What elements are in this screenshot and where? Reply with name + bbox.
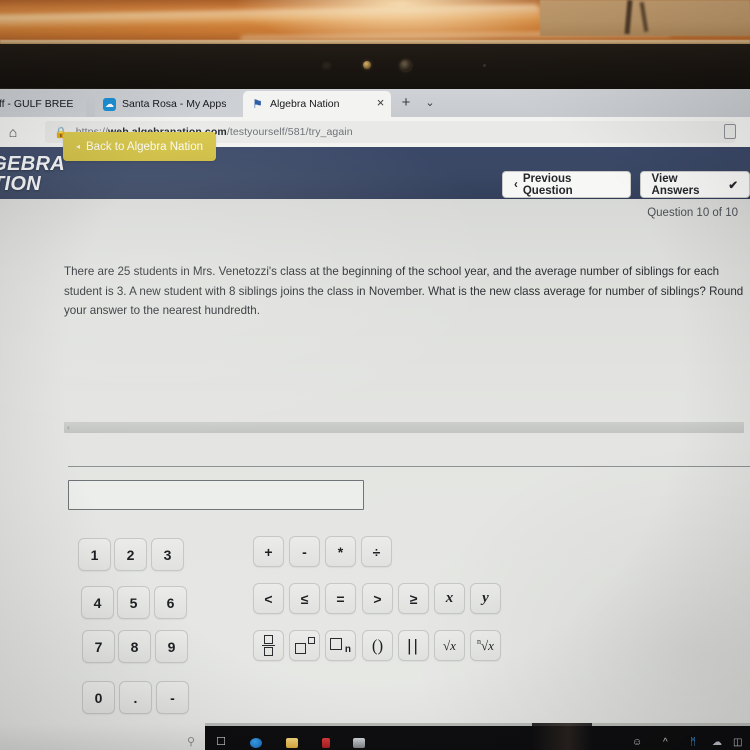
keypad-key-decimal[interactable]: . — [119, 681, 152, 714]
keypad-key-subscript[interactable]: n — [325, 630, 356, 661]
question-nav-buttons: ‹ Previous Question View Answers ✔ — [502, 171, 750, 198]
keypad-key-square-root[interactable]: √x — [434, 630, 465, 661]
keypad-key-variable-y[interactable]: y — [470, 583, 501, 614]
show-hidden-icons-chevron[interactable]: ^ — [663, 736, 668, 749]
absolute-value-icon: || — [407, 635, 420, 655]
taskbar-glare — [532, 723, 592, 750]
square-root-icon: √x — [443, 637, 456, 653]
parentheses-icon: () — [371, 635, 384, 655]
logo-line-1: ALGEBRA — [0, 153, 65, 175]
logo-line-2: NATION — [0, 173, 41, 195]
algebra-nation-logo[interactable]: ALGEBRA NATION — [0, 154, 65, 194]
task-view-icon[interactable]: ☐ — [213, 736, 229, 749]
file-explorer-icon[interactable] — [286, 738, 298, 748]
weather-cloud-icon[interactable]: ☁ — [712, 736, 722, 749]
search-icon[interactable]: ⚲ — [183, 736, 199, 749]
keypad-key-3[interactable]: 3 — [151, 538, 184, 571]
keypad-key-greater-than[interactable]: > — [362, 583, 393, 614]
chevron-down-icon[interactable]: ⌄ — [422, 96, 438, 110]
cloud-icon: ☁ — [103, 97, 116, 111]
back-button-label: Back to Algebra Nation — [86, 140, 203, 153]
view-answers-button[interactable]: View Answers ✔ — [639, 171, 750, 198]
keypad-key-8[interactable]: 8 — [118, 630, 151, 663]
browser-tab-label: Algebra Nation — [270, 98, 340, 110]
subscript-icon: n — [330, 637, 351, 655]
chevron-left-icon: ‹ — [514, 178, 518, 191]
close-tab-icon[interactable]: × — [373, 96, 388, 111]
ceiling-light-photo-region — [0, 0, 750, 44]
keypad-key-equals[interactable]: = — [325, 583, 356, 614]
keypad-key-fraction[interactable] — [253, 630, 284, 661]
keypad-key-less-or-equal[interactable]: ≤ — [289, 583, 320, 614]
desktop-left-strip — [0, 723, 205, 750]
keypad-key-variable-x[interactable]: x — [434, 583, 465, 614]
bezel-smudge — [322, 62, 331, 69]
keypad-key-minus[interactable]: - — [289, 536, 320, 567]
keypad-key-nth-root[interactable]: n√x — [470, 630, 501, 661]
battery-icon[interactable]: ◫ — [733, 736, 742, 749]
previous-question-button[interactable]: ‹ Previous Question — [502, 171, 631, 198]
keypad-key-absolute-value[interactable]: || — [398, 630, 429, 661]
webcam-led-icon — [363, 61, 371, 69]
keypad-key-greater-or-equal[interactable]: ≥ — [398, 583, 429, 614]
back-to-algebra-nation-button[interactable]: ◂ Back to Algebra Nation — [63, 132, 216, 161]
chevron-left-icon: ‹ — [67, 423, 70, 432]
keypad-key-negative[interactable]: - — [156, 681, 189, 714]
keypad-key-less-than[interactable]: < — [253, 583, 284, 614]
laptop-bezel — [0, 44, 750, 133]
people-icon[interactable]: ☺ — [632, 736, 642, 749]
keypad-key-divide[interactable]: ÷ — [361, 536, 392, 567]
keypad-key-exponent[interactable] — [289, 630, 320, 661]
keypad-key-multiply[interactable]: * — [325, 536, 356, 567]
browser-tab-staff[interactable]: ts/Staff - GULF BREE — [0, 91, 86, 117]
microphone-pinhole-icon — [483, 64, 486, 67]
question-counter: Question 10 of 10 — [647, 207, 738, 219]
red-app-icon[interactable] — [322, 738, 330, 748]
keypad-key-1[interactable]: 1 — [78, 538, 111, 571]
keypad-key-7[interactable]: 7 — [82, 630, 115, 663]
keypad-key-4[interactable]: 4 — [81, 586, 114, 619]
edge-icon[interactable] — [250, 738, 262, 748]
nth-root-icon: n√x — [477, 637, 494, 653]
exponent-icon — [294, 637, 315, 654]
keypad-key-plus[interactable]: + — [253, 536, 284, 567]
bluetooth-icon[interactable]: ᛗ — [690, 736, 696, 749]
browser-tab-santa-rosa[interactable]: ☁ Santa Rosa - My Apps — [95, 91, 243, 117]
check-icon: ✔ — [728, 179, 738, 192]
new-tab-icon[interactable]: + — [398, 95, 414, 111]
view-answers-label: View Answers — [651, 172, 700, 197]
home-icon[interactable]: ⌂ — [4, 123, 22, 141]
section-divider — [68, 466, 750, 467]
screenshot-root: ts/Staff - GULF BREE ☁ Santa Rosa - My A… — [0, 0, 750, 750]
question-text: There are 25 students in Mrs. Venetozzi'… — [64, 265, 744, 317]
browser-tab-algebra-nation[interactable]: ⚑ Algebra Nation — [243, 91, 391, 117]
ceiling-light-tube — [0, 4, 541, 29]
keypad-key-9[interactable]: 9 — [155, 630, 188, 663]
keypad-key-parentheses[interactable]: () — [362, 630, 393, 661]
browser-tab-label: Santa Rosa - My Apps — [122, 98, 227, 110]
question-horizontal-scrollbar[interactable]: ‹ — [64, 422, 744, 433]
webcam-icon — [400, 60, 411, 71]
previous-question-label: Previous Question — [522, 172, 573, 197]
chevron-left-icon: ◂ — [75, 142, 80, 151]
bookmark-icon[interactable] — [724, 124, 736, 139]
keypad-key-5[interactable]: 5 — [117, 586, 150, 619]
answer-input[interactable] — [68, 480, 364, 510]
flag-icon: ⚑ — [252, 97, 263, 111]
browser-tab-strip: ts/Staff - GULF BREE ☁ Santa Rosa - My A… — [0, 89, 750, 117]
dark-app-icon[interactable] — [353, 738, 365, 748]
browser-tab-label: ts/Staff - GULF BREE — [0, 98, 74, 110]
keypad-key-0[interactable]: 0 — [82, 681, 115, 714]
keypad-key-6[interactable]: 6 — [154, 586, 187, 619]
fraction-icon — [262, 634, 275, 657]
keypad-key-2[interactable]: 2 — [114, 538, 147, 571]
taskbar-top-edge — [205, 723, 750, 726]
